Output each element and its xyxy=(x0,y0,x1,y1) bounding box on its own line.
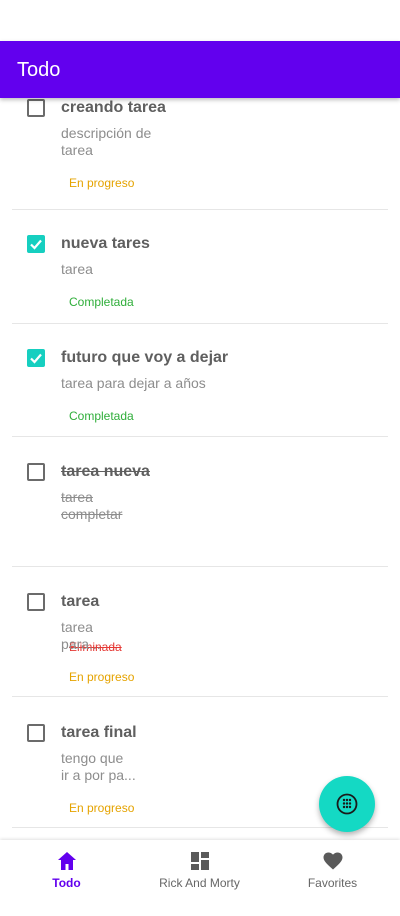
check-icon xyxy=(30,239,42,250)
todo-title: tarea xyxy=(61,593,100,610)
todo-description: tarea completar xyxy=(61,489,123,522)
bottom-navigation: Todo Rick And Morty Favorites xyxy=(0,840,400,916)
nav-label: Rick And Morty xyxy=(159,876,240,890)
nav-label: Todo xyxy=(52,876,81,890)
add-todo-fab[interactable] xyxy=(319,776,375,832)
nav-label: Favorites xyxy=(307,876,358,890)
nav-item-favorites[interactable]: Favorites xyxy=(266,840,399,916)
todo-description: tengo que ir a por pa... xyxy=(61,750,136,783)
status-badge: En progreso xyxy=(69,801,135,815)
nav-item-todo[interactable]: Todo xyxy=(0,840,133,916)
heart-icon xyxy=(323,852,343,870)
todo-list[interactable]: creando tarea descripción de tarea En pr… xyxy=(0,98,400,840)
todo-title: futuro que voy a dejar xyxy=(61,349,229,366)
todo-item[interactable]: creando tarea descripción de tarea En pr… xyxy=(0,98,400,210)
page-title: Todo xyxy=(17,59,61,81)
todo-title: tarea nueva xyxy=(61,463,150,480)
todo-title: nueva tares xyxy=(61,235,150,252)
todo-title: creando tarea xyxy=(61,99,166,116)
todo-item[interactable]: tarea nueva tarea completar Eliminada xyxy=(0,437,400,654)
todo-item[interactable]: nueva tares tarea Completada xyxy=(0,210,400,324)
status-badge: En progreso xyxy=(69,670,135,684)
todo-checkbox[interactable] xyxy=(27,349,45,367)
todo-checkbox[interactable] xyxy=(27,593,45,611)
todo-description: descripción de tarea xyxy=(61,125,152,158)
todo-checkbox[interactable] xyxy=(27,235,45,253)
dialpad-icon xyxy=(336,793,358,815)
status-badge: Completada xyxy=(69,409,134,423)
nav-item-rick-and-morty[interactable]: Rick And Morty xyxy=(133,840,266,916)
todo-item[interactable]: futuro que voy a dejar tarea para dejar … xyxy=(0,324,400,437)
status-badge: En progreso xyxy=(69,176,135,190)
todo-checkbox[interactable] xyxy=(27,724,45,742)
todo-checkbox[interactable] xyxy=(27,99,45,117)
top-app-bar: Todo xyxy=(0,41,400,98)
todo-description: tarea para dejar a años xyxy=(61,375,206,391)
dashboard-icon xyxy=(191,852,209,870)
status-badge: Completada xyxy=(69,295,134,309)
home-icon xyxy=(58,852,76,870)
todo-title: tarea final xyxy=(61,724,137,741)
todo-item[interactable]: tarea tarea para... En progreso xyxy=(0,567,400,697)
status-bar xyxy=(0,0,400,41)
check-icon xyxy=(30,353,42,364)
todo-checkbox[interactable] xyxy=(27,463,45,481)
todo-description: tarea para... xyxy=(61,619,101,652)
todo-description: tarea xyxy=(61,261,93,277)
